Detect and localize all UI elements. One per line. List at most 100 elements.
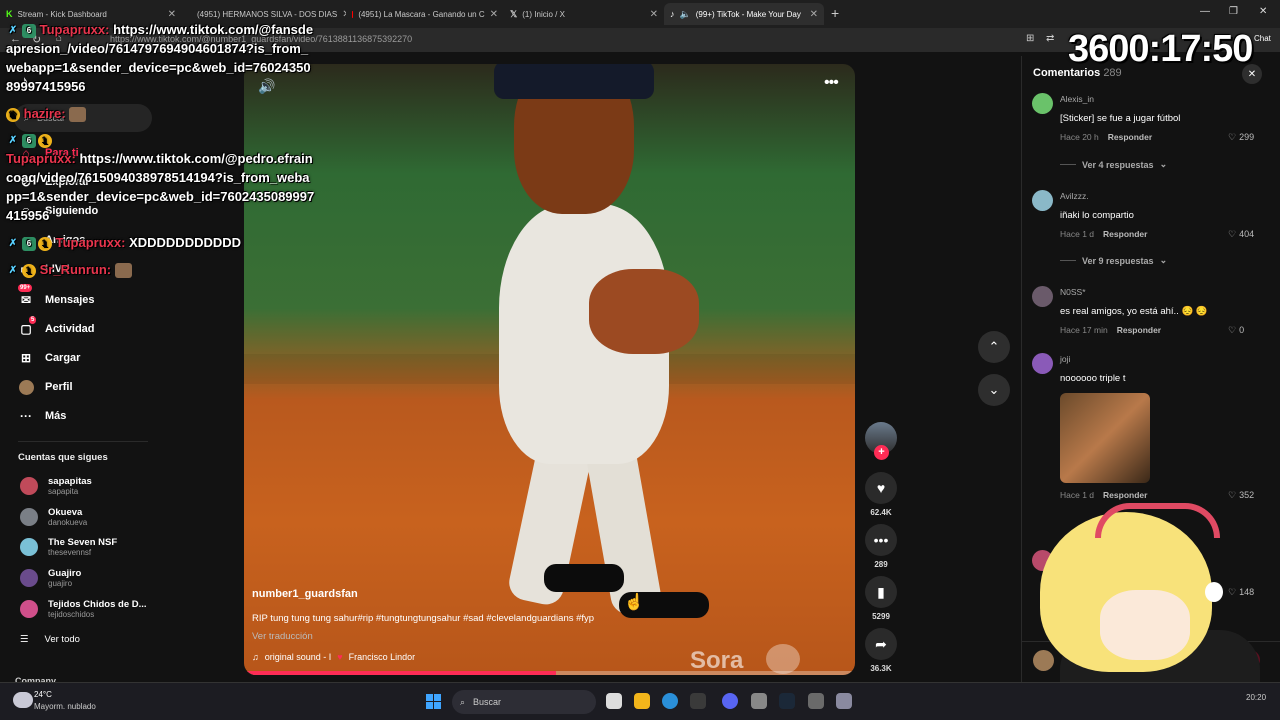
following-account[interactable]: Okueva danokueva bbox=[20, 507, 87, 527]
comment-meta: Hace 20 h Responder bbox=[1060, 132, 1153, 142]
video-player[interactable]: 🔊 ••• number1_guardsfan RIP tung tung tu… bbox=[244, 64, 855, 675]
next-video-button[interactable]: ⌄ bbox=[978, 374, 1010, 406]
taskbar: 24°C Mayorm. nublado ⌕ Buscar 20:20 bbox=[0, 682, 1280, 720]
tab-x-inicio[interactable]: 𝕏 (1) Inicio / X ✕ bbox=[504, 3, 664, 25]
settings-icon[interactable] bbox=[836, 693, 852, 709]
clock[interactable]: 20:20 bbox=[1246, 693, 1266, 702]
stream-chat-message: ✗ 6 1 Tupapruxx: https://www.tiktok.com/@p… bbox=[6, 133, 315, 223]
divider bbox=[18, 441, 148, 442]
app-icon[interactable] bbox=[751, 693, 767, 709]
tab-youtube-mascara[interactable]: (4951) La Mascara - Ganando un C ✕ bbox=[346, 3, 504, 25]
chevron-down-icon: ⌄ bbox=[1159, 255, 1168, 265]
avatar[interactable] bbox=[1032, 190, 1053, 211]
avatar bbox=[20, 569, 38, 587]
video-author[interactable]: number1_guardsfan bbox=[252, 588, 358, 600]
minimize-icon[interactable]: — bbox=[1200, 6, 1210, 17]
heart-icon: ♥ bbox=[337, 652, 343, 662]
sword-badge-icon: ✗ bbox=[8, 264, 18, 276]
cloud-icon[interactable] bbox=[13, 692, 33, 708]
sidebar-item-cargar[interactable]: ⊞ Cargar bbox=[18, 350, 81, 366]
weather-description[interactable]: Mayorm. nublado bbox=[34, 702, 96, 711]
reply-button[interactable]: Responder bbox=[1108, 132, 1152, 142]
avatar[interactable] bbox=[1032, 93, 1053, 114]
start-button[interactable] bbox=[426, 694, 441, 709]
see-translation-link[interactable]: Ver traducción bbox=[252, 631, 313, 642]
close-window-icon[interactable]: ✕ bbox=[1259, 6, 1267, 17]
subscriber-badge-icon: 6 bbox=[22, 236, 36, 251]
subscriber-badge-icon: 6 bbox=[22, 133, 36, 148]
search-icon: ⌕ bbox=[460, 696, 466, 707]
close-tab-icon[interactable]: ✕ bbox=[168, 9, 176, 20]
tab-tiktok[interactable]: ♪ 🔈 (99+) TikTok - Make Your Day ✕ bbox=[664, 3, 824, 25]
gift-badge-icon: 1 bbox=[38, 133, 52, 148]
task-view-icon[interactable] bbox=[606, 693, 622, 709]
comment-like-button[interactable]: ♡ 299 bbox=[1228, 132, 1268, 143]
comment-like-button[interactable]: ♡ 0 bbox=[1228, 325, 1268, 336]
following-account[interactable]: Tejidos Chidos de D... tejidoschidos bbox=[20, 599, 147, 619]
sidebar-item-mensajes[interactable]: ✉ 99+ Mensajes bbox=[18, 284, 95, 308]
sidebar-item-mas[interactable]: ··· Más bbox=[18, 408, 66, 424]
kick-icon: K bbox=[6, 9, 13, 19]
youtube-icon bbox=[352, 10, 354, 18]
stream-chat-message: ✗ 1 Sr_Runrun: bbox=[6, 260, 316, 279]
sidebar-item-perfil[interactable]: Perfil bbox=[18, 379, 73, 395]
reply-button[interactable]: Responder bbox=[1103, 490, 1147, 500]
edge-icon[interactable] bbox=[662, 693, 678, 709]
close-tab-icon[interactable]: ✕ bbox=[490, 9, 498, 20]
comment-like-button[interactable]: ♡ 404 bbox=[1228, 229, 1268, 240]
share-icon: ➦ bbox=[865, 628, 897, 660]
chat-button[interactable]: Chat bbox=[1254, 34, 1271, 43]
follow-plus-icon[interactable]: + bbox=[874, 445, 889, 460]
message-icon: ✉ 99+ bbox=[18, 284, 33, 307]
view-replies-button[interactable]: Ver 4 respuestas ⌄ bbox=[1060, 159, 1167, 170]
avatar bbox=[20, 508, 38, 526]
like-button[interactable]: ♥ 62.4K bbox=[865, 472, 897, 517]
maximize-icon[interactable]: ❐ bbox=[1229, 6, 1238, 17]
extensions-icon[interactable]: ⊞ bbox=[1026, 33, 1034, 44]
new-tab-button[interactable]: + bbox=[831, 5, 839, 21]
previous-video-button[interactable]: ⌃ bbox=[978, 331, 1010, 363]
video-frame bbox=[589, 269, 699, 354]
streamer-avatar-headband bbox=[1095, 503, 1220, 538]
streamer-avatar-face bbox=[1100, 590, 1190, 660]
avatar[interactable] bbox=[1032, 286, 1053, 307]
more-icon: ··· bbox=[20, 409, 32, 423]
following-account[interactable]: sapapitas sapapita bbox=[20, 476, 92, 496]
see-all-button[interactable]: ☰ Ver todo bbox=[20, 634, 80, 645]
avatar bbox=[20, 600, 38, 618]
sidebar-item-actividad[interactable]: ▢ 5 Actividad bbox=[18, 316, 95, 337]
hand-cursor-icon: ☝ bbox=[624, 594, 644, 611]
reply-button[interactable]: Responder bbox=[1103, 229, 1147, 239]
activity-badge: 5 bbox=[29, 316, 37, 324]
save-button[interactable]: ▮ 5299 bbox=[865, 576, 897, 621]
comment-sticker-image[interactable] bbox=[1060, 393, 1150, 483]
app-icon[interactable] bbox=[690, 693, 706, 709]
close-tab-icon[interactable]: ✕ bbox=[650, 9, 658, 20]
stream-timer: 3600:17:50 bbox=[1068, 28, 1253, 70]
app-icon[interactable] bbox=[808, 693, 824, 709]
comment-meta: Hace 17 min Responder bbox=[1060, 325, 1162, 335]
view-replies-button[interactable]: Ver 9 respuestas ⌄ bbox=[1060, 255, 1167, 266]
comment-button[interactable]: ••• 289 bbox=[865, 524, 897, 569]
chevron-down-icon: ⌄ bbox=[988, 382, 1000, 397]
speaker-icon: 🔈 bbox=[679, 8, 691, 19]
following-account[interactable]: The Seven NSF thesevennsf bbox=[20, 537, 117, 557]
following-account[interactable]: Guajiro guajiro bbox=[20, 568, 81, 588]
share-button[interactable]: ➦ 36.3K bbox=[865, 628, 897, 673]
reply-button[interactable]: Responder bbox=[1117, 325, 1161, 335]
file-explorer-icon[interactable] bbox=[634, 693, 650, 709]
weather-temperature[interactable]: 24°C bbox=[34, 690, 52, 699]
avatar[interactable] bbox=[1032, 353, 1053, 374]
music-note-icon: ♫ bbox=[252, 652, 259, 662]
list-icon: ☰ bbox=[20, 634, 29, 645]
taskbar-search[interactable]: ⌕ Buscar bbox=[452, 690, 596, 714]
close-tab-icon[interactable]: ✕ bbox=[810, 9, 818, 20]
video-sound[interactable]: ♫ original sound - I ♥ Francisco Lindor bbox=[252, 652, 415, 662]
steam-icon[interactable] bbox=[779, 693, 795, 709]
avatar bbox=[20, 538, 38, 556]
more-options-icon[interactable]: ••• bbox=[824, 74, 839, 92]
translate-icon[interactable]: ⇄ bbox=[1046, 33, 1054, 44]
discord-icon[interactable] bbox=[722, 693, 738, 709]
avatar bbox=[20, 477, 38, 495]
gift-badge-icon: 1 bbox=[38, 236, 52, 251]
